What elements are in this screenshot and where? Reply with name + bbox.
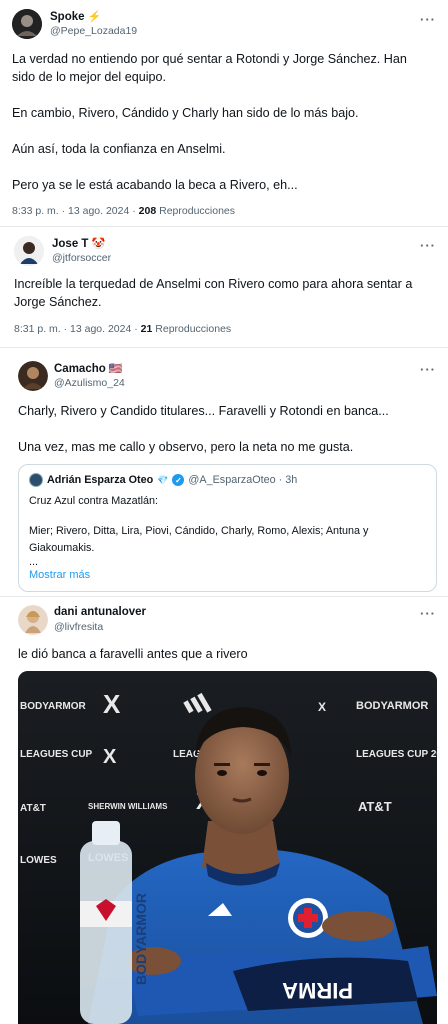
tweet-line: Increíble la terquedad de Anselmi con Ri… [14,277,413,291]
show-more-link[interactable]: Mostrar más [29,569,90,581]
view-count: 21 [140,323,153,335]
tweet-spoke[interactable]: Spoke ⚡ @Pepe_Lozada19 ··· La verdad no … [0,0,448,226]
author-name[interactable]: dani antunalover [54,606,146,618]
backdrop-logo: X [318,700,326,714]
view-count: 208 [138,205,157,217]
tweet-line: Jorge Sánchez. [14,295,102,309]
more-options-icon[interactable]: ··· [420,362,436,377]
tweet-text: La verdad no entiendo por qué sentar a R… [12,50,432,194]
quote-handle[interactable]: @A_EsparzaOteo · 3h [188,474,297,486]
backdrop-logo: BODYARMOR [356,700,428,712]
quote-author-name[interactable]: Adrián Esparza Oteo [47,474,153,486]
more-options-icon[interactable]: ··· [420,238,436,253]
quote-line: Mier; Rivero, Ditta, Lira, Piovi, Cándid… [29,525,369,537]
tweet-line: sido de lo mejor del equipo. [12,70,167,84]
backdrop-logo: SHERWIN WILLIAMS [88,802,168,811]
tweet-text: Charly, Rivero y Candido titulares... Fa… [18,402,438,456]
quote-line: Cruz Azul contra Mazatlán: [29,495,159,507]
backdrop-logo: BODYARMOR [20,701,87,712]
attached-photo[interactable]: BODYARMOR BODYARMOR X X LEAGUES CUP LEAG… [18,671,437,1024]
sleeve-text: PIRMA [282,978,353,1003]
avatar-dani[interactable] [18,605,48,635]
tweet-line: le dió banca a faravelli antes que a riv… [18,647,248,661]
diamond-icon: 💎 [157,474,169,485]
tweet-line: Pero ya se le está acabando la beca a Ri… [12,178,298,192]
tweet-meta: 8:31 p. m. · 13 ago. 2024 · 21 Reproducc… [14,323,231,335]
author-name[interactable]: Camacho [54,363,106,375]
views-label: Reproducciones [159,205,236,217]
tweet-jose[interactable]: Jose T 🤡 @jtforsoccer ··· Increíble la t… [0,227,448,347]
timestamp[interactable]: 8:31 p. m. · 13 ago. 2024 · [14,323,138,335]
backdrop-logo: LEAGUES CUP [20,749,93,760]
backdrop-logo: LEAGUES CUP 2024 [356,749,437,760]
tweet-line: En cambio, Rivero, Cándido y Charly han … [12,106,359,120]
views-label: Reproducciones [155,323,232,335]
author-name[interactable]: Spoke [50,11,85,23]
avatar-jose[interactable] [14,236,44,266]
tweet-line: Charly, Rivero y Candido titulares... Fa… [18,404,389,418]
author-handle[interactable]: @livfresita [54,621,103,633]
quote-avatar[interactable] [29,473,43,487]
backdrop-logo: AT&T [20,803,46,814]
backdrop-logo: X [103,689,121,719]
author-name[interactable]: Jose T [52,238,88,250]
author-handle[interactable]: @Pepe_Lozada19 [50,25,137,37]
backdrop-logo: AT&T [358,799,392,814]
tweet-text: Increíble la terquedad de Anselmi con Ri… [14,275,434,311]
us-flag-icon: 🇺🇸 [108,363,123,375]
author-handle[interactable]: @jtforsoccer [52,252,111,264]
lightning-icon: ⚡ [87,11,102,23]
clown-icon: 🤡 [91,238,106,250]
tweet-line: Aún así, toda la confianza en Anselmi. [12,142,226,156]
more-options-icon[interactable]: ··· [420,12,436,27]
bottle-label: BODYARMOR [133,893,149,985]
backdrop-logo: LOWES [20,855,57,866]
timestamp[interactable]: 8:33 p. m. · 13 ago. 2024 · [12,205,136,217]
verified-badge-icon: ✓ [172,474,185,486]
author-handle[interactable]: @Azulismo_24 [54,377,125,389]
tweet-line: La verdad no entiendo por qué sentar a R… [12,52,407,66]
tweet-line: Una vez, mas me callo y observo, pero la… [18,440,354,454]
quoted-tweet[interactable]: Adrián Esparza Oteo 💎 ✓ @A_EsparzaOteo ·… [18,464,437,592]
quote-line: Giakoumakis. [29,542,95,554]
avatar-spoke[interactable] [12,9,42,39]
backdrop-logo: X [103,746,117,768]
tweet-text: le dió banca a faravelli antes que a riv… [18,645,438,663]
more-options-icon[interactable]: ··· [420,606,436,621]
avatar-camacho[interactable] [18,361,48,391]
tweet-meta: 8:33 p. m. · 13 ago. 2024 · 208 Reproduc… [12,205,235,217]
